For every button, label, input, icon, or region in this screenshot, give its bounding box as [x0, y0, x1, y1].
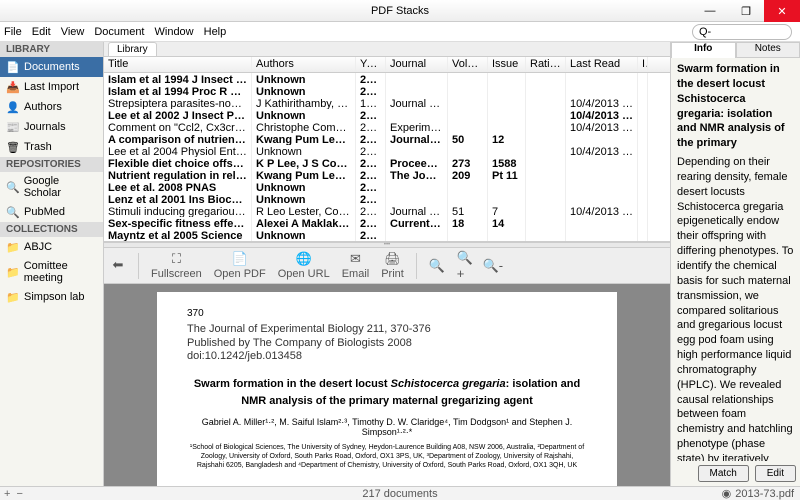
back-button-icon: ⬅	[110, 257, 126, 273]
comittee-meeting-icon: 📁	[6, 265, 20, 279]
table-row[interactable]: Comment on "Ccl2, Cx3cr1 and Ccl2/Cx…Chr…	[104, 121, 670, 133]
menu-document[interactable]: Document	[94, 26, 144, 38]
email-button-icon: ✉	[347, 251, 363, 267]
close-button[interactable]: ✕	[764, 0, 800, 22]
last-import-icon: 📥	[6, 80, 20, 94]
paper-title: Swarm formation in the desert locust Sch…	[187, 375, 587, 409]
title-bar: PDF Stacks — ❐ ✕	[0, 0, 800, 22]
pdf-preview: 370 The Journal of Experimental Biology …	[104, 284, 670, 486]
sidebar-item-simpson-lab[interactable]: 📁Simpson lab	[0, 287, 103, 307]
menu-help[interactable]: Help	[204, 26, 227, 38]
tab-bar: Library	[104, 42, 670, 57]
simpson-lab-icon: 📁	[6, 290, 20, 304]
column-year[interactable]: Year	[356, 57, 386, 72]
edit-button[interactable]: Edit	[755, 465, 796, 482]
paper-affiliations: ¹School of Biological Sciences, The Univ…	[187, 443, 587, 470]
maximize-button[interactable]: ❐	[728, 0, 764, 22]
tab-library[interactable]: Library	[108, 42, 157, 56]
table-row[interactable]: Mayntz et al 2005 ScienceUnknown2013	[104, 229, 670, 241]
app-title: PDF Stacks	[371, 5, 429, 17]
table-row[interactable]: Sex-specific fitness effects of nutrie…A…	[104, 217, 670, 229]
sidebar-item-comittee-meeting[interactable]: 📁Comittee meeting	[0, 257, 103, 287]
sidebar: LIBRARY 📄Documents📥Last Import👤Authors📰J…	[0, 42, 104, 486]
column-rating[interactable]: Rating	[526, 57, 566, 72]
sidebar-item-trash[interactable]: 🗑Trash	[0, 137, 103, 157]
table-row[interactable]: A comparison of nutrient regulation …Kwa…	[104, 133, 670, 145]
table-row[interactable]: Lee et al. 2008 PNASUnknown2013	[104, 181, 670, 193]
menu-bar: File Edit View Document Window Help	[0, 22, 800, 42]
zoom-reset[interactable]: 🔍	[429, 258, 445, 274]
menu-view[interactable]: View	[61, 26, 85, 38]
table-row[interactable]: Islam et al 1994 J Insect PhysiolUnknown…	[104, 73, 670, 85]
google-scholar-icon: 🔍	[6, 180, 20, 194]
column-title[interactable]: Title	[104, 57, 252, 72]
search-input[interactable]: Q-	[692, 24, 792, 40]
column-im[interactable]: Im	[638, 57, 648, 72]
paper-authors: Gabriel A. Miller¹·², M. Saiful Islam²·³…	[187, 417, 587, 437]
table-row[interactable]: Lenz et al 2001 Ins Biochem Mol BiolUnkn…	[104, 193, 670, 205]
document-table: TitleAuthorsYearJournalVolumeIssueRating…	[104, 57, 670, 242]
pubmed-icon: 🔍	[6, 205, 20, 219]
column-issue[interactable]: Issue	[488, 57, 526, 72]
email-button[interactable]: ✉Email	[342, 251, 370, 280]
sidebar-item-pubmed[interactable]: 🔍PubMed	[0, 202, 103, 222]
column-volume[interactable]: Volume	[448, 57, 488, 72]
sidebar-item-authors[interactable]: 👤Authors	[0, 97, 103, 117]
sidebar-item-last-import[interactable]: 📥Last Import	[0, 77, 103, 97]
tab-notes[interactable]: Notes	[736, 42, 800, 58]
column-journal[interactable]: Journal	[386, 57, 448, 72]
preview-toolbar: ⬅ ⛶Fullscreen 📄Open PDF 🌐Open URL ✉Email 🖨Pri…	[104, 248, 670, 284]
status-pdf[interactable]: 2013-73.pdf	[735, 488, 794, 500]
page-number: 370	[187, 308, 587, 319]
chrome-icon: ◉	[722, 487, 732, 500]
journals-icon: 📰	[6, 120, 20, 134]
authors-icon: 👤	[6, 100, 20, 114]
minimize-button[interactable]: —	[692, 0, 728, 22]
back-button[interactable]: ⬅	[110, 257, 126, 274]
table-row[interactable]: Stimuli inducing gregarious colouratio…R…	[104, 205, 670, 217]
menu-edit[interactable]: Edit	[32, 26, 51, 38]
library-header: LIBRARY	[0, 42, 103, 57]
open-url-button[interactable]: 🌐Open URL	[278, 251, 330, 280]
collections-header: COLLECTIONS	[0, 222, 103, 237]
open-pdf-button[interactable]: 📄Open PDF	[214, 251, 266, 280]
documents-icon: 📄	[6, 60, 20, 74]
status-count: 217 documents	[362, 488, 437, 500]
print-button[interactable]: 🖨Print	[381, 251, 404, 280]
sidebar-item-google-scholar[interactable]: 🔍Google Scholar	[0, 172, 103, 202]
tab-info[interactable]: Info	[671, 42, 736, 58]
abjc-icon: 📁	[6, 240, 20, 254]
match-button[interactable]: Match	[698, 465, 749, 482]
table-row[interactable]: Lee et al 2002 J Insect PhysiolUnknown20…	[104, 109, 670, 121]
repositories-header: REPOSITORIES	[0, 157, 103, 172]
status-bar: +− 217 documents ◉2013-73.pdf	[0, 486, 800, 500]
column-last-read[interactable]: Last Read	[566, 57, 638, 72]
table-row[interactable]: Strepsiptera parasites-novel biocontrol……	[104, 97, 670, 109]
table-row[interactable]: Nutrient regulation in relation to die…K…	[104, 169, 670, 181]
menu-file[interactable]: File	[4, 26, 22, 38]
trash-icon: 🗑	[6, 140, 20, 154]
open-pdf-button-icon: 📄	[232, 251, 248, 267]
table-row[interactable]: Lee et al 2004 Physiol EntomolUnknown201…	[104, 145, 670, 157]
info-panel: Info Notes Swarm formation in the desert…	[670, 42, 800, 486]
sidebar-item-journals[interactable]: 📰Journals	[0, 117, 103, 137]
table-row[interactable]: Flexible diet choice offsets protein c…K…	[104, 157, 670, 169]
info-abstract: Depending on their rearing density, fema…	[677, 155, 794, 461]
fullscreen-button[interactable]: ⛶Fullscreen	[151, 251, 202, 280]
zoom-out[interactable]: 🔍-	[485, 258, 501, 274]
menu-window[interactable]: Window	[155, 26, 194, 38]
open-url-button-icon: 🌐	[296, 251, 312, 267]
info-title: Swarm formation in the desert locust Sch…	[677, 62, 794, 151]
column-authors[interactable]: Authors	[252, 57, 356, 72]
sidebar-item-abjc[interactable]: 📁ABJC	[0, 237, 103, 257]
zoom-in[interactable]: 🔍+	[457, 258, 473, 274]
fullscreen-button-icon: ⛶	[168, 251, 184, 267]
print-button-icon: 🖨	[385, 251, 401, 267]
add-button[interactable]: +	[4, 488, 10, 500]
table-row[interactable]: Islam et al 1994 Proc R Soc BUnknown2013	[104, 85, 670, 97]
remove-button[interactable]: −	[16, 488, 22, 500]
sidebar-item-documents[interactable]: 📄Documents	[0, 57, 103, 77]
